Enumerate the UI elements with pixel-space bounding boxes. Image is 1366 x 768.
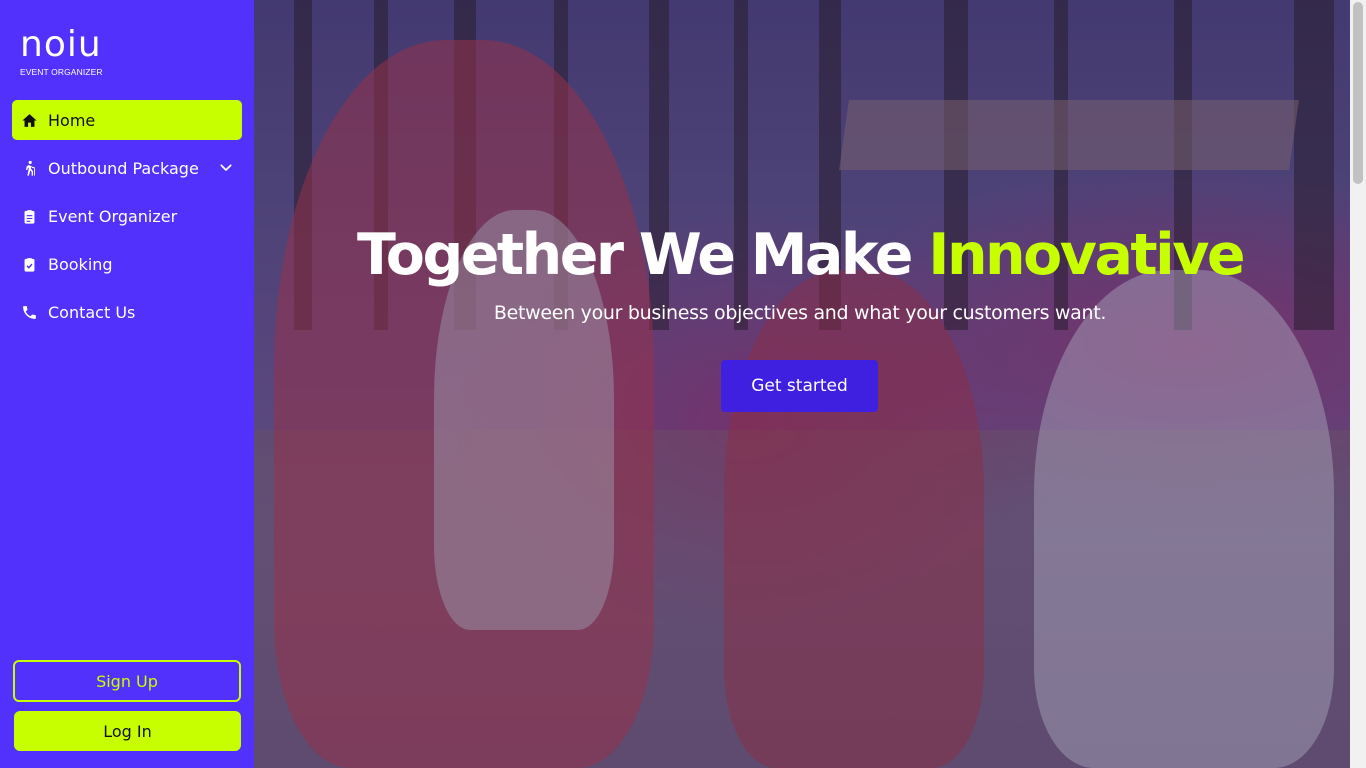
clipboard-icon bbox=[20, 207, 38, 225]
hero-title: Together We Make Innovative bbox=[254, 222, 1346, 288]
hero-subtitle: Between your business objectives and wha… bbox=[493, 302, 1107, 324]
sidebar-item-label: Contact Us bbox=[48, 302, 136, 322]
brand-name: noiu bbox=[20, 24, 102, 65]
brand-tagline: EVENT ORGANIZER bbox=[20, 67, 103, 77]
sign-up-button[interactable]: Sign Up bbox=[13, 660, 241, 702]
hiking-icon bbox=[20, 159, 38, 177]
shelter-roof bbox=[839, 100, 1299, 170]
hero-section: Together We Make Innovative Between your… bbox=[254, 0, 1350, 768]
log-in-button[interactable]: Log In bbox=[14, 711, 241, 751]
sidebar-item-home[interactable]: Home bbox=[12, 100, 242, 140]
sidebar-item-label: Event Organizer bbox=[48, 206, 178, 226]
get-started-button[interactable]: Get started bbox=[721, 360, 878, 412]
hero-title-accent: Innovative bbox=[928, 222, 1245, 288]
hero-title-main: Together We Make bbox=[356, 222, 929, 288]
sidebar-item-label: Home bbox=[48, 110, 96, 130]
scrollbar-thumb[interactable] bbox=[1353, 2, 1363, 184]
sidebar-item-outbound-package[interactable]: Outbound Package bbox=[12, 148, 242, 188]
sidebar-item-event-organizer[interactable]: Event Organizer bbox=[12, 196, 242, 236]
phone-icon bbox=[20, 303, 38, 321]
brand-logo[interactable]: noiu EVENT ORGANIZER bbox=[20, 24, 103, 78]
sidebar-nav: Home Outbound Package Event Organizer Bo… bbox=[12, 100, 242, 340]
sidebar-item-booking[interactable]: Booking bbox=[12, 244, 242, 284]
sidebar-item-contact-us[interactable]: Contact Us bbox=[12, 292, 242, 332]
person-figure bbox=[1034, 270, 1334, 768]
sidebar: noiu EVENT ORGANIZER Home Outbound Packa… bbox=[0, 0, 254, 768]
person-figure bbox=[724, 270, 984, 768]
page-scrollbar[interactable] bbox=[1350, 0, 1366, 768]
home-icon bbox=[20, 111, 38, 129]
clipboard-check-icon bbox=[20, 255, 38, 273]
chevron-down-icon[interactable] bbox=[218, 160, 234, 176]
sidebar-item-label: Booking bbox=[48, 254, 113, 274]
sidebar-item-label: Outbound Package bbox=[48, 158, 199, 178]
